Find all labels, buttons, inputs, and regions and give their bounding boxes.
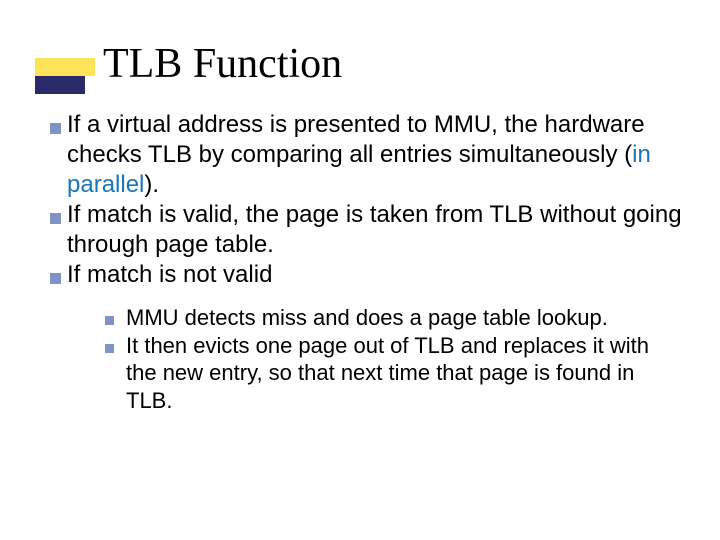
sub-bullet-square-icon bbox=[105, 344, 114, 353]
bullet-text-pre: If a virtual address is presented to MMU… bbox=[67, 111, 645, 168]
sub-bullet-text: MMU detects miss and does a page table l… bbox=[126, 304, 608, 332]
sub-bullet-item: It then evicts one page out of TLB and r… bbox=[105, 332, 685, 415]
sub-bullet-text: It then evicts one page out of TLB and r… bbox=[126, 332, 685, 415]
bullet-item: If match is valid, the page is taken fro… bbox=[50, 200, 685, 260]
sub-bullet-square-icon bbox=[105, 316, 114, 325]
bullet-item: If match is not valid bbox=[50, 260, 685, 290]
bullet-item: If a virtual address is presented to MMU… bbox=[50, 110, 685, 200]
accent-stripe-yellow bbox=[35, 58, 95, 76]
bullet-square-icon bbox=[50, 123, 61, 134]
bullet-square-icon bbox=[50, 273, 61, 284]
bullet-text: If a virtual address is presented to MMU… bbox=[67, 110, 685, 200]
bullet-text-post: ). bbox=[144, 171, 159, 198]
bullet-square-icon bbox=[50, 213, 61, 224]
content-area: If a virtual address is presented to MMU… bbox=[50, 110, 685, 414]
accent-stripe-navy bbox=[35, 76, 85, 94]
bullet-text: If match is valid, the page is taken fro… bbox=[67, 200, 685, 260]
sub-bullet-item: MMU detects miss and does a page table l… bbox=[105, 304, 685, 332]
sub-bullet-list: MMU detects miss and does a page table l… bbox=[105, 304, 685, 414]
slide-title: TLB Function bbox=[103, 40, 342, 88]
bullet-text: If match is not valid bbox=[67, 260, 272, 290]
